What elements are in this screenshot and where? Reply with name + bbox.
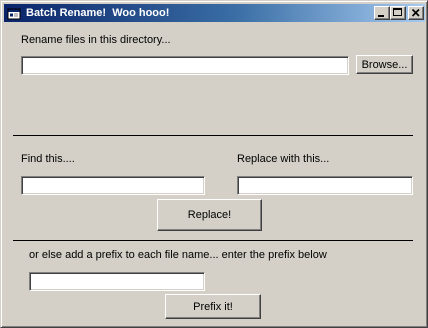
replace-button[interactable]: Replace! xyxy=(157,199,262,231)
batch-rename-window: Batch Rename! Woo hooo! Rename files in … xyxy=(0,0,428,328)
find-label: Find this.... xyxy=(21,153,75,165)
maximize-button[interactable] xyxy=(390,6,406,20)
app-window-icon[interactable] xyxy=(7,6,21,20)
prefix-input[interactable] xyxy=(29,272,205,291)
browse-button[interactable]: Browse... xyxy=(356,55,413,74)
prefix-button[interactable]: Prefix it! xyxy=(165,294,261,319)
replace-input[interactable] xyxy=(237,176,413,195)
replace-with-label: Replace with this... xyxy=(237,153,330,165)
find-input[interactable] xyxy=(21,176,205,195)
window-title: Batch Rename! Woo hooo! xyxy=(26,7,170,19)
title-bar[interactable]: Batch Rename! Woo hooo! xyxy=(4,4,425,22)
section-separator-bottom xyxy=(13,240,413,241)
directory-input[interactable] xyxy=(21,56,349,75)
directory-label: Rename files in this directory... xyxy=(21,34,171,46)
close-button[interactable] xyxy=(408,6,424,20)
minimize-button[interactable] xyxy=(374,6,390,20)
prefix-instruction-label: or else add a prefix to each file name..… xyxy=(29,249,327,261)
section-separator-top xyxy=(13,135,413,136)
